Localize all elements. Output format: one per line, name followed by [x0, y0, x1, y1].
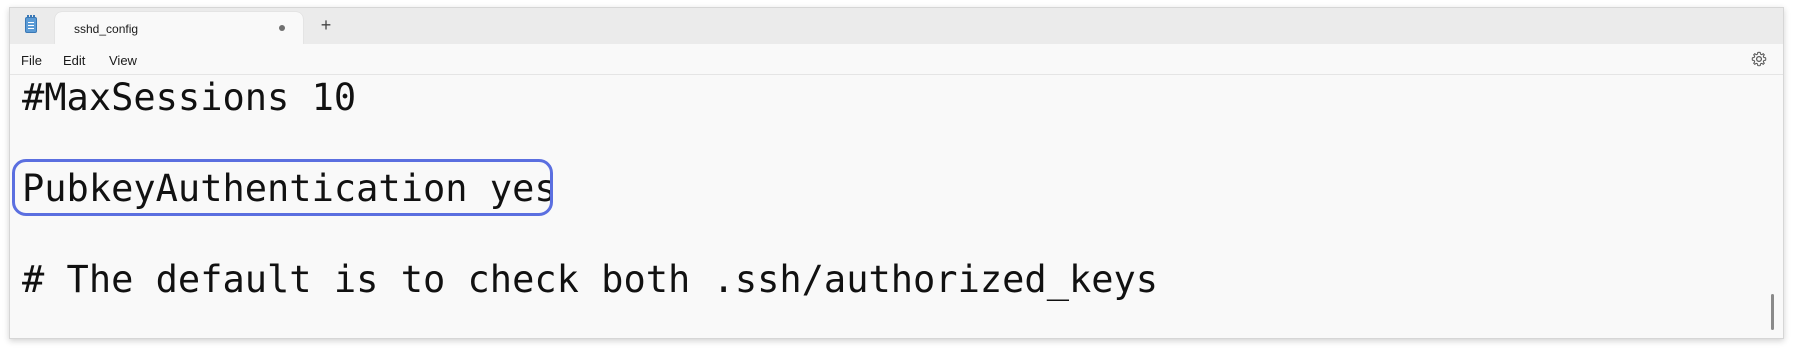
gear-icon[interactable]	[1751, 51, 1767, 67]
menu-file[interactable]: File	[21, 53, 42, 68]
notepad-window: sshd_config + File Edit View #MaxSession…	[9, 7, 1784, 339]
code-line: # The default is to check both .ssh/auth…	[22, 258, 1159, 301]
new-tab-button[interactable]: +	[316, 16, 336, 36]
highlight-box	[12, 159, 553, 216]
menu-edit[interactable]: Edit	[63, 53, 85, 68]
menu-bar: File Edit View	[10, 44, 1783, 75]
notepad-icon	[25, 15, 37, 33]
menu-view[interactable]: View	[109, 53, 137, 68]
unsaved-dot-icon[interactable]	[279, 25, 285, 31]
code-line: #MaxSessions 10	[22, 76, 357, 119]
tab-title: sshd_config	[74, 22, 139, 36]
tab-bar: sshd_config +	[10, 8, 1783, 44]
text-editor[interactable]: #MaxSessions 10 PubkeyAuthentication yes…	[10, 75, 1783, 338]
vertical-scrollbar[interactable]	[1771, 294, 1774, 330]
tab-sshd-config[interactable]: sshd_config	[55, 12, 303, 44]
